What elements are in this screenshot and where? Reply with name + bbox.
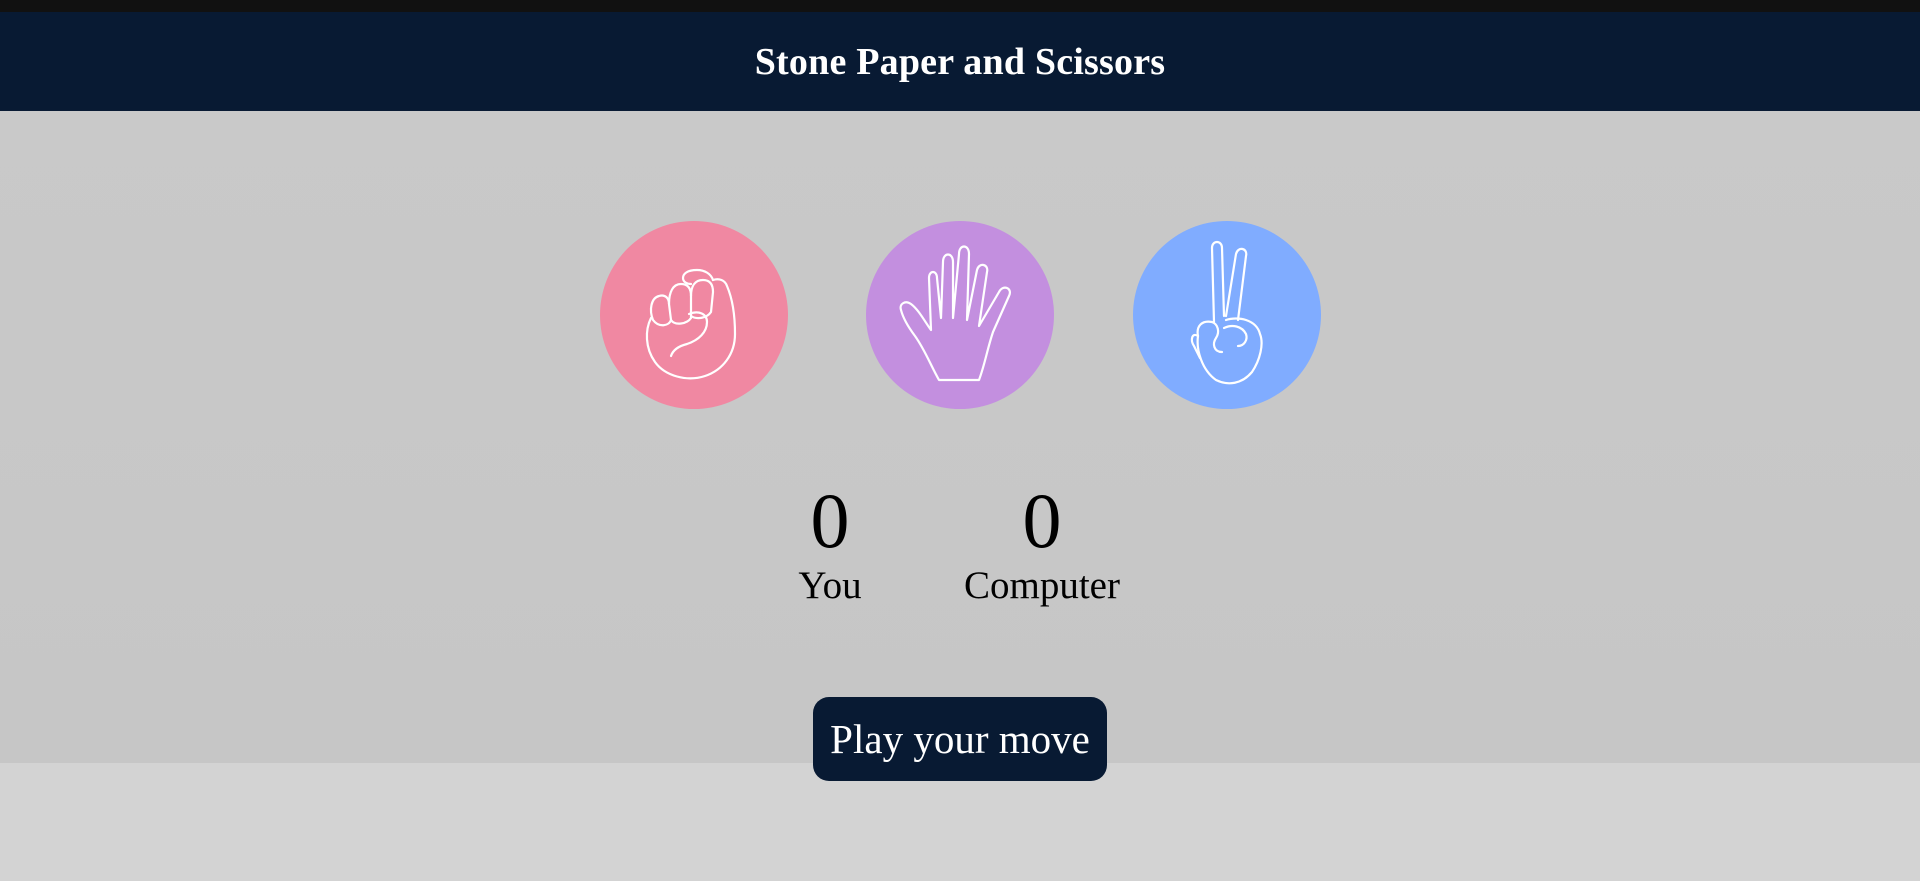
header: Stone Paper and Scissors — [0, 12, 1920, 111]
game-area — [0, 111, 1920, 763]
message-text: Play your move — [830, 716, 1090, 762]
paper-choice-button[interactable] — [866, 221, 1054, 409]
fist-icon — [645, 268, 737, 380]
open-hand-icon — [899, 245, 1011, 382]
computer-score-label: Computer — [964, 564, 1120, 607]
scissors-choice-button[interactable] — [1133, 221, 1321, 409]
page-title: Stone Paper and Scissors — [754, 40, 1166, 83]
computer-score-value: 0 — [1022, 477, 1062, 564]
peace-hand-icon — [1190, 240, 1263, 385]
user-score-label: You — [798, 564, 862, 607]
stone-choice-button[interactable] — [600, 221, 788, 409]
computer-score: 0 Computer — [950, 480, 1134, 608]
user-score: 0 You — [776, 480, 884, 608]
top-strip — [0, 0, 1920, 12]
message-box: Play your move — [813, 697, 1107, 781]
user-score-value: 0 — [810, 477, 850, 564]
